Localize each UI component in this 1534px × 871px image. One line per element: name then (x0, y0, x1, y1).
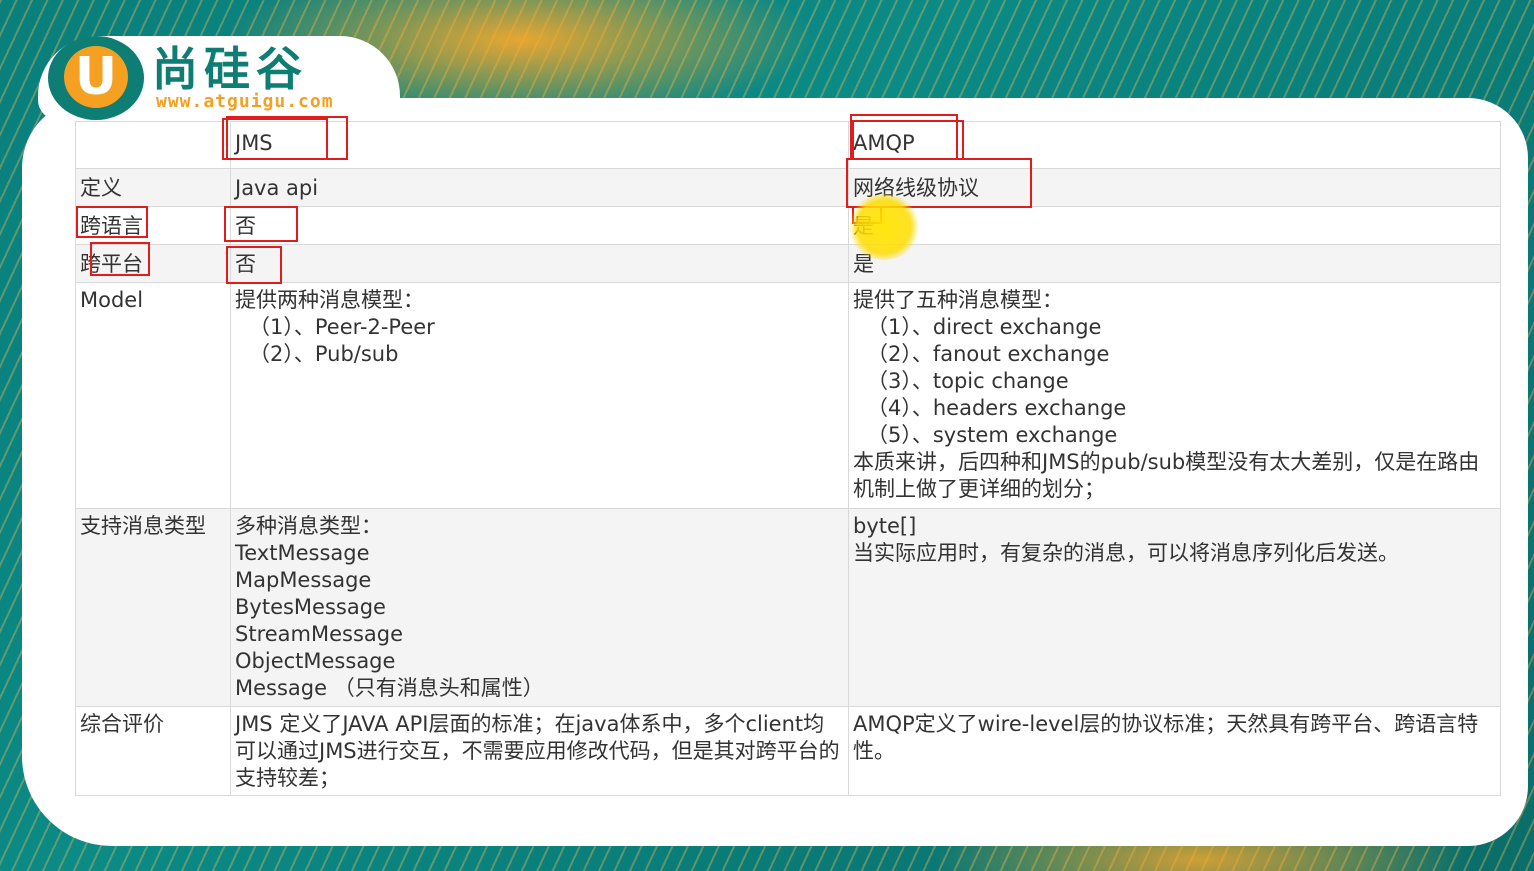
cell-line: BytesMessage (235, 595, 386, 619)
cell-line: 提供两种消息模型： (235, 288, 424, 312)
cell-line: （1）、Peer-2-Peer (249, 315, 435, 339)
table-row-message-types: 支持消息类型 多种消息类型： TextMessage MapMessage By… (75, 508, 1501, 707)
cell-line: AMQP定义了wire-level层的协议标准；天然具有跨平台、跨语言特性。 (853, 712, 1479, 763)
amqp-cell: 是 (848, 244, 1501, 283)
cell-line: （5）、system exchange (867, 423, 1118, 447)
cell-line: MapMessage (235, 568, 372, 592)
annotation-box-cross-platform-label (90, 242, 150, 276)
row-label: 支持消息类型 (75, 508, 231, 707)
jms-cell: 否 (230, 206, 849, 245)
cell-line: 是 (853, 213, 1496, 240)
cursor-highlight (848, 194, 920, 260)
annotation-box-cross-language-label (76, 206, 148, 238)
cell-line: 否 (235, 252, 256, 276)
jms-cell: JMS 定义了JAVA API层面的标准；在java体系中，多个client均可… (230, 706, 849, 796)
row-label: Model (75, 282, 231, 509)
table-row-model: Model 提供两种消息模型： （1）、Peer-2-Peer （2）、Pub/… (75, 282, 1501, 509)
cell-line: （3）、topic change (867, 369, 1069, 393)
annotation-box-jms-cross-platform (226, 246, 282, 284)
annotation-box-jms-cross-language (224, 206, 298, 242)
logo-name: 尚硅谷 (152, 42, 308, 96)
row-label: 定义 (75, 168, 231, 207)
header-corner-cell (75, 121, 231, 169)
amqp-cell: 提供了五种消息模型： （1）、direct exchange （2）、fanou… (848, 282, 1501, 509)
cell-line: 是 (853, 252, 874, 276)
cell-line: Java api (235, 176, 319, 200)
amqp-cell: 是 (848, 206, 1501, 245)
cell-line: ObjectMessage (235, 649, 396, 673)
jms-cell: 否 (230, 244, 849, 283)
cell-line: 本质来讲，后四种和JMS的pub/sub模型没有太大差别，仅是在路由机制上做了更… (853, 450, 1480, 501)
annotation-box-jms-header-2 (226, 116, 348, 160)
cell-line: 当实际应用时，有复杂的消息，可以将消息序列化后发送。 (853, 541, 1399, 565)
cell-line: 提供了五种消息模型： (853, 288, 1063, 312)
cell-line: byte[] (853, 514, 917, 538)
jms-cell: 多种消息类型： TextMessage MapMessage BytesMess… (230, 508, 849, 707)
amqp-cell: AMQP定义了wire-level层的协议标准；天然具有跨平台、跨语言特性。 (848, 706, 1501, 796)
cell-line: Message （只有消息头和属性） (235, 676, 544, 700)
cell-line: StreamMessage (235, 622, 404, 646)
logo-url: www.atguigu.com (156, 91, 334, 112)
cell-line: 否 (235, 214, 256, 238)
jms-cell: Java api (230, 168, 849, 207)
cell-line: （1）、direct exchange (867, 315, 1102, 339)
table-row-definition: 定义 Java api 网络线级协议 (75, 168, 1501, 207)
logo-mark: U (48, 36, 144, 120)
table-row-evaluation: 综合评价 JMS 定义了JAVA API层面的标准；在java体系中，多个cli… (75, 706, 1501, 796)
cell-line: （4）、headers exchange (867, 396, 1127, 420)
table-row-cross-platform: 跨平台 否 是 (75, 244, 1501, 283)
cell-line: 多种消息类型： (235, 514, 382, 538)
row-label: 综合评价 (75, 706, 231, 796)
cell-line: （2）、fanout exchange (867, 342, 1110, 366)
jms-cell: 提供两种消息模型： （1）、Peer-2-Peer （2）、Pub/sub (230, 282, 849, 509)
cell-line: （2）、Pub/sub (249, 342, 399, 366)
cell-line: TextMessage (235, 541, 370, 565)
amqp-cell: byte[] 当实际应用时，有复杂的消息，可以将消息序列化后发送。 (848, 508, 1501, 707)
annotation-box-amqp-header-2 (852, 120, 964, 160)
logo-mark-letter: U (64, 46, 128, 108)
cell-line: JMS 定义了JAVA API层面的标准；在java体系中，多个client均可… (235, 712, 840, 790)
